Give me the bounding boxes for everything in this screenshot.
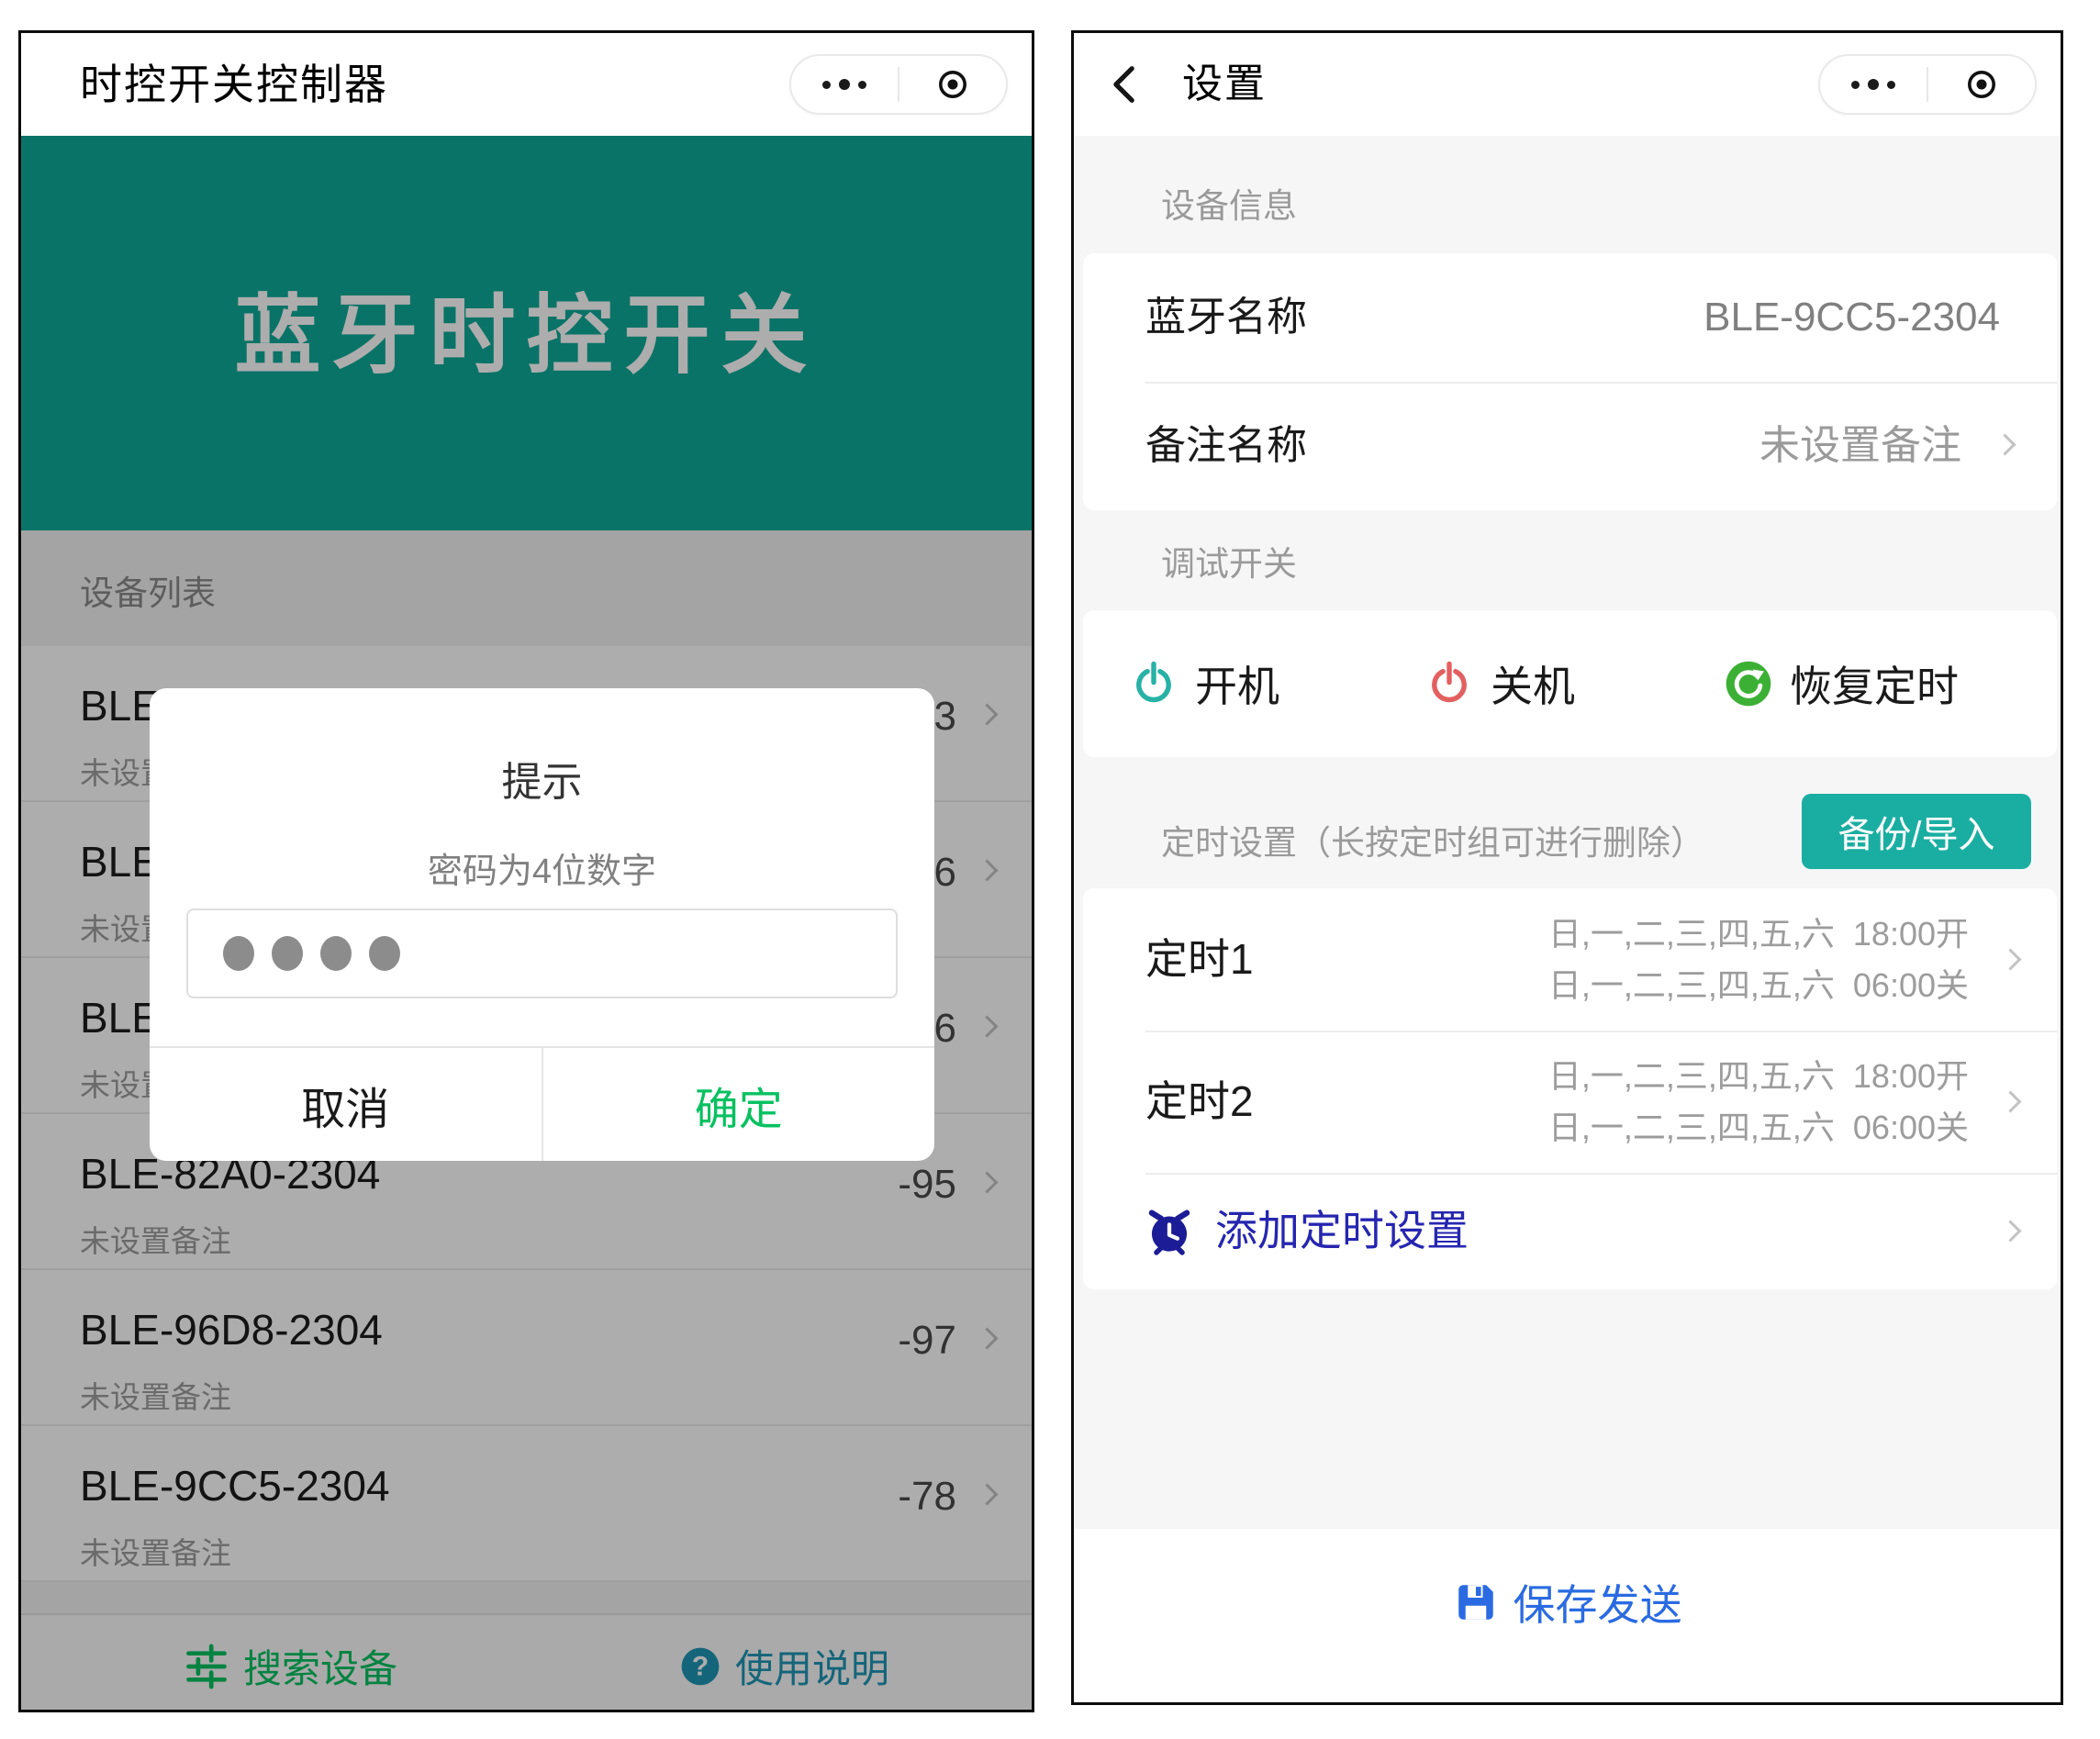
target-icon xyxy=(1964,67,1999,102)
password-dot xyxy=(272,936,303,971)
timer-off-line: 日,一,二,三,四,五,六 06:00关 xyxy=(1548,1102,1969,1154)
bluetooth-name-row: 蓝牙名称 BLE-9CC5-2304 xyxy=(1083,253,2057,382)
backup-import-button[interactable]: 备份/导入 xyxy=(1802,794,2031,869)
timer-name: 定时2 xyxy=(1145,1031,1254,1173)
device-info-card: 蓝牙名称 BLE-9CC5-2304 备注名称 未设置备注 xyxy=(1083,253,2057,510)
bluetooth-name-label: 蓝牙名称 xyxy=(1145,253,1307,382)
device-info-label: 设备信息 xyxy=(1161,178,1297,228)
back-icon[interactable] xyxy=(1101,61,1149,108)
remark-name-value: 未设置备注 xyxy=(1759,382,1961,510)
timer-schedule: 日,一,二,三,四,五,六 18:00开 日,一,二,三,四,五,六 06:00… xyxy=(1548,1051,1969,1154)
password-dot xyxy=(320,936,352,971)
password-modal: 提示 密码为4位数字 取消 确定 xyxy=(150,688,934,1161)
password-dot xyxy=(369,936,400,971)
more-icon xyxy=(822,79,866,90)
wechat-capsule xyxy=(1818,54,2037,115)
minimize-button[interactable] xyxy=(1928,56,2035,113)
power-off-button[interactable]: 关机 xyxy=(1424,610,1575,757)
password-input[interactable] xyxy=(186,909,898,998)
save-send-button[interactable]: 保存发送 xyxy=(1074,1529,2061,1676)
left-navbar: 时控开关控制器 xyxy=(21,33,1032,136)
bluetooth-name-value: BLE-9CC5-2304 xyxy=(1703,253,2000,382)
more-button[interactable] xyxy=(791,56,898,113)
modal-title: 提示 xyxy=(150,749,934,808)
right-navbar: 设置 xyxy=(1074,33,2061,136)
settings-screen: 设置 设备信息 蓝牙名称 BLE-9CC5-2304 xyxy=(1071,30,2063,1705)
timer-off-line: 日,一,二,三,四,五,六 06:00关 xyxy=(1548,960,1969,1011)
chevron-right-icon xyxy=(1999,1090,2021,1112)
timer-on-line: 日,一,二,三,四,五,六 18:00开 xyxy=(1548,909,1969,960)
alarm-clock-icon xyxy=(1144,1206,1195,1257)
modal-subtitle: 密码为4位数字 xyxy=(150,842,934,893)
timer-name: 定时1 xyxy=(1145,888,1254,1031)
debug-card: 开机 关机 恢复定时 xyxy=(1083,610,2057,757)
page-title: 时控开关控制器 xyxy=(80,33,388,136)
timer-schedule: 日,一,二,三,四,五,六 18:00开 日,一,二,三,四,五,六 06:00… xyxy=(1548,909,1969,1011)
modal-buttons: 取消 确定 xyxy=(150,1046,934,1161)
cancel-button[interactable]: 取消 xyxy=(150,1048,543,1161)
refresh-icon xyxy=(1724,659,1773,708)
power-on-label: 开机 xyxy=(1195,653,1279,714)
page-title: 设置 xyxy=(1182,33,1267,136)
more-icon xyxy=(1851,79,1895,90)
timer-settings-label: 定时设置（长按定时组可进行删除） xyxy=(1161,815,1704,864)
remark-name-row[interactable]: 备注名称 未设置备注 xyxy=(1083,382,2057,510)
more-button[interactable] xyxy=(1820,56,1927,113)
restore-timer-button[interactable]: 恢复定时 xyxy=(1724,610,1959,757)
timer-row-2[interactable]: 定时2 日,一,二,三,四,五,六 18:00开 日,一,二,三,四,五,六 0… xyxy=(1083,1031,2057,1173)
confirm-button[interactable]: 确定 xyxy=(543,1048,935,1161)
timer-card: 定时1 日,一,二,三,四,五,六 18:00开 日,一,二,三,四,五,六 0… xyxy=(1083,888,2057,1289)
save-send-label: 保存发送 xyxy=(1514,1572,1682,1633)
power-on-icon xyxy=(1129,659,1178,708)
timer-row-1[interactable]: 定时1 日,一,二,三,四,五,六 18:00开 日,一,二,三,四,五,六 0… xyxy=(1083,888,2057,1031)
power-on-button[interactable]: 开机 xyxy=(1129,610,1279,757)
target-icon xyxy=(935,67,970,102)
restore-timer-label: 恢复定时 xyxy=(1790,653,1959,714)
debug-label: 调试开关 xyxy=(1161,536,1297,585)
chevron-right-icon xyxy=(1999,948,2021,970)
chevron-right-icon xyxy=(1994,433,2016,455)
timer-on-line: 日,一,二,三,四,五,六 18:00开 xyxy=(1548,1051,1969,1102)
minimize-button[interactable] xyxy=(899,56,1006,113)
password-dot xyxy=(223,936,254,971)
add-timer-label: 添加定时设置 xyxy=(1215,1173,1469,1289)
controller-screen: 时控开关控制器 蓝牙时控开关 设备列表 BLE-8711-2304 xyxy=(18,30,1034,1712)
screenshot-canvas: 时控开关控制器 蓝牙时控开关 设备列表 BLE-8711-2304 xyxy=(0,0,2100,1739)
wechat-capsule xyxy=(789,54,1008,115)
floppy-disk-icon xyxy=(1453,1579,1499,1625)
power-off-icon xyxy=(1424,659,1474,708)
add-timer-row[interactable]: 添加定时设置 xyxy=(1083,1173,2057,1289)
footer: 保存发送 xyxy=(1074,1529,2061,1705)
remark-name-label: 备注名称 xyxy=(1145,382,1307,510)
power-off-label: 关机 xyxy=(1491,653,1575,714)
chevron-right-icon xyxy=(1999,1220,2021,1242)
